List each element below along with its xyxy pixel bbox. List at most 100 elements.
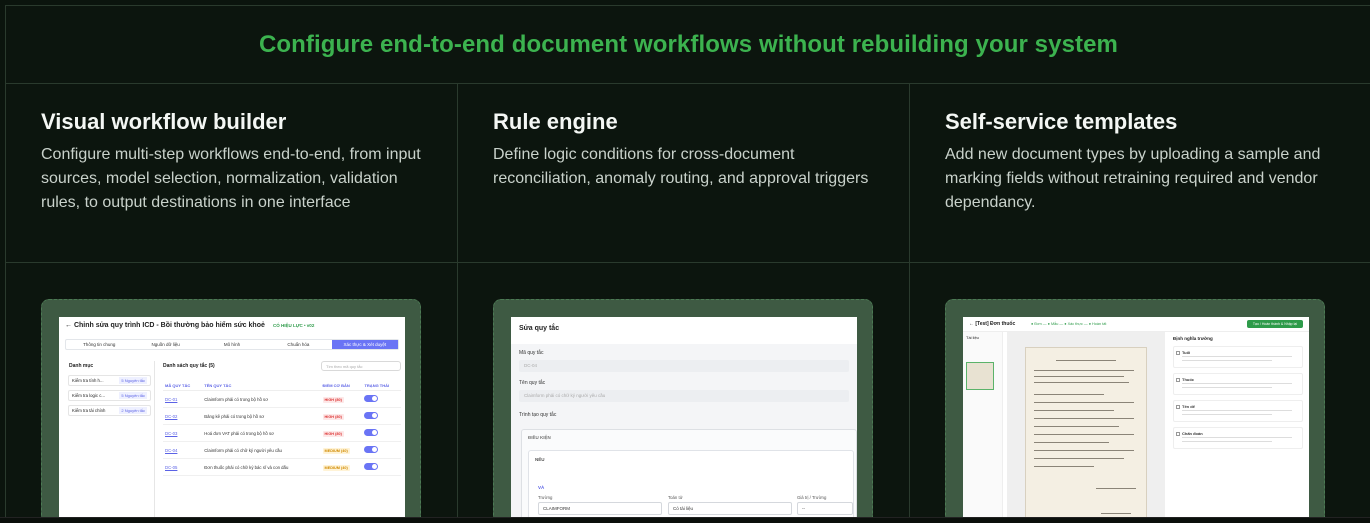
rule-code[interactable]: DC-02: [163, 407, 203, 425]
feature-column-workflow: Visual workflow builder Configure multi-…: [6, 84, 458, 523]
rule-code-field[interactable]: DC-04: [519, 360, 849, 372]
sidebar-item-badge: 2 Nguyên tắc: [119, 407, 147, 414]
field-card[interactable]: Thuốc: [1173, 373, 1303, 395]
table-row[interactable]: DC-05 Đơn thuốc phải có chữ ký bác sĩ và…: [163, 458, 401, 476]
screenshot-title: ← Chỉnh sửa quy trình ICD - Bồi thường b…: [65, 322, 265, 329]
checkbox[interactable]: [1176, 405, 1180, 409]
field-label: Trình tạo quy tắc: [519, 412, 557, 418]
screenshot-frame: ← Chỉnh sửa quy trình ICD - Bồi thường b…: [41, 299, 421, 523]
rule-name: Bảng kê phải có trong bộ hồ sơ: [202, 407, 321, 425]
status-toggle[interactable]: [364, 429, 379, 436]
and-label: VÀ: [538, 485, 545, 490]
sidebar-heading: Tài liệu: [966, 335, 979, 340]
step-item[interactable]: Mô hình: [199, 340, 265, 349]
value-input[interactable]: --: [797, 502, 853, 515]
rule-code[interactable]: DC-01: [163, 390, 203, 408]
sidebar-item-label: Kiểm tra tính h...: [72, 378, 104, 383]
rule-name: Đơn thuốc phải có chữ ký bác sĩ và con d…: [202, 458, 321, 476]
sidebar-item-label: Kiểm tra logic c...: [72, 393, 105, 398]
rule-engine-screenshot: Sửa quy tắc Mã quy tắc DC-04 Tên quy tắc…: [511, 317, 857, 523]
rule-code[interactable]: DC-04: [163, 441, 203, 459]
page-frame: Configure end-to-end document workflows …: [5, 5, 1370, 523]
rule-name: Hoá đơn VAT phải có trong bộ hồ sơ: [202, 424, 321, 442]
column-header: ĐIỂM CƠ BẢN: [320, 381, 363, 391]
hero-banner: Configure end-to-end document workflows …: [6, 6, 1370, 84]
status-toggle[interactable]: [364, 395, 379, 402]
rule-name-field[interactable]: Claimform phải có chữ ký người yêu cầu: [519, 390, 849, 402]
checkbox[interactable]: [1176, 351, 1180, 355]
sidebar-item[interactable]: Kiểm tra tính h... 5 Nguyên tắc: [68, 375, 151, 386]
rule-code[interactable]: DC-03: [163, 424, 203, 442]
step-item[interactable]: Chuẩn hóa: [265, 340, 331, 349]
step-item-active[interactable]: Xác thực & Xét duyệt: [331, 340, 399, 349]
table-row[interactable]: DC-03 Hoá đơn VAT phải có trong bộ hồ sơ…: [163, 424, 401, 442]
value-label: Giá trị / Trường: [797, 495, 827, 500]
status-badge: CÓ HIỆU LỰC • v02: [273, 323, 315, 328]
document-sidebar: Tài liệu: [963, 332, 1003, 523]
checkbox[interactable]: [1176, 432, 1180, 436]
feature-grid: Visual workflow builder Configure multi-…: [6, 84, 1370, 523]
feature-column-templates: Self-service templates Add new document …: [910, 84, 1370, 523]
stepper: Thông tin chung Nguồn dữ liệu Mô hình Ch…: [65, 339, 399, 350]
save-template-button[interactable]: Tạo / Hoàn thành & Nhập lại: [1247, 320, 1303, 328]
bottom-edge: [0, 517, 1370, 523]
field-label: Trường: [538, 495, 553, 500]
severity-badge: MEDIUM (40): [322, 447, 350, 454]
search-input[interactable]: Tìm theo mã quy tắc: [321, 361, 401, 371]
screenshot-title: ← [Test] Đơn thuốc: [969, 321, 1016, 327]
feature-column-rules: Rule engine Define logic conditions for …: [458, 84, 910, 523]
table-row[interactable]: DC-01 Claimform phải có trong bộ hồ sơ H…: [163, 390, 401, 408]
status-toggle[interactable]: [364, 446, 379, 453]
operator-select[interactable]: Có tài liệu: [668, 502, 792, 515]
feature-title: Rule engine: [493, 109, 618, 134]
step-item[interactable]: Nguồn dữ liệu: [132, 340, 198, 349]
feature-text-cell: Visual workflow builder Configure multi-…: [6, 84, 457, 263]
step-item[interactable]: Thông tin chung: [66, 340, 132, 349]
workflow-builder-screenshot: ← Chỉnh sửa quy trình ICD - Bồi thường b…: [59, 317, 405, 523]
field-label: Tên quy tắc: [519, 380, 546, 386]
sidebar-item-badge: 5 Nguyên tắc: [119, 392, 147, 399]
document-viewer: [1007, 332, 1165, 523]
screenshot-frame: ← [Test] Đơn thuốc ● Đơn — ● Mẫu — ● Xác…: [945, 299, 1325, 523]
severity-badge: MEDIUM (40): [322, 464, 350, 471]
field-name: Thuốc: [1182, 377, 1194, 382]
condition-group: NẾU VÀ Trường Toán tử Giá trị / Trường C…: [528, 450, 854, 523]
status-toggle[interactable]: [364, 412, 379, 419]
screenshot-header: ← [Test] Đơn thuốc ● Đơn — ● Mẫu — ● Xác…: [963, 317, 1309, 332]
rule-name: Claimform phải có chữ ký người yêu cầu: [202, 441, 321, 459]
rules-table: MÃ QUY TẮC TÊN QUY TẮC ĐIỂM CƠ BẢN TRẠNG…: [163, 381, 401, 476]
field-label: Mã quy tắc: [519, 350, 544, 356]
prescription-page: [1025, 347, 1147, 523]
templates-screenshot: ← [Test] Đơn thuốc ● Đơn — ● Mẫu — ● Xác…: [963, 317, 1309, 523]
field-card[interactable]: Tuổi: [1173, 346, 1303, 368]
sidebar-heading: Danh mục: [69, 363, 94, 369]
rules-list-panel: Danh sách quy tắc (5) Tìm theo mã quy tắ…: [163, 361, 401, 476]
table-row[interactable]: DC-04 Claimform phải có chữ ký người yêu…: [163, 441, 401, 459]
panel-heading: Định nghĩa trường: [1173, 336, 1213, 341]
progress-steps: ● Đơn — ● Mẫu — ● Xác thực — ● Hoàn tất: [1031, 322, 1107, 326]
column-header: MÃ QUY TẮC: [163, 381, 203, 391]
field-card[interactable]: Chẩn đoán: [1173, 427, 1303, 449]
condition-builder: ĐIỀU KIỆN NẾU VÀ Trường Toán tử Giá trị …: [521, 429, 857, 523]
severity-badge: HIGH (80): [322, 396, 344, 403]
rule-code[interactable]: DC-05: [163, 458, 203, 476]
page-thumbnail[interactable]: [966, 362, 994, 390]
status-toggle[interactable]: [364, 463, 379, 470]
table-row[interactable]: DC-02 Bảng kê phải có trong bộ hồ sơ HIG…: [163, 407, 401, 425]
hero-title: Configure end-to-end document workflows …: [258, 30, 1118, 58]
checkbox[interactable]: [1176, 378, 1180, 382]
feature-description: Define logic conditions for cross-docume…: [493, 146, 869, 187]
field-name: Tên dể: [1182, 404, 1195, 409]
field-card[interactable]: Tên dể: [1173, 400, 1303, 422]
field-select[interactable]: CLAIMFORM: [538, 502, 662, 515]
column-header: TÊN QUY TẮC: [202, 381, 321, 391]
screenshot-frame: Sửa quy tắc Mã quy tắc DC-04 Tên quy tắc…: [493, 299, 873, 523]
list-heading: Danh sách quy tắc (5): [163, 363, 215, 369]
sidebar-item[interactable]: Kiểm tra logic c... 5 Nguyên tắc: [68, 390, 151, 401]
sidebar-item[interactable]: Kiểm tra tài chính 2 Nguyên tắc: [68, 405, 151, 416]
severity-badge: HIGH (80): [322, 430, 344, 437]
screenshot-title: Sửa quy tắc: [519, 325, 560, 332]
sidebar-item-label: Kiểm tra tài chính: [72, 408, 106, 413]
field-name: Chẩn đoán: [1182, 431, 1203, 436]
if-label: NẾU: [535, 457, 545, 462]
